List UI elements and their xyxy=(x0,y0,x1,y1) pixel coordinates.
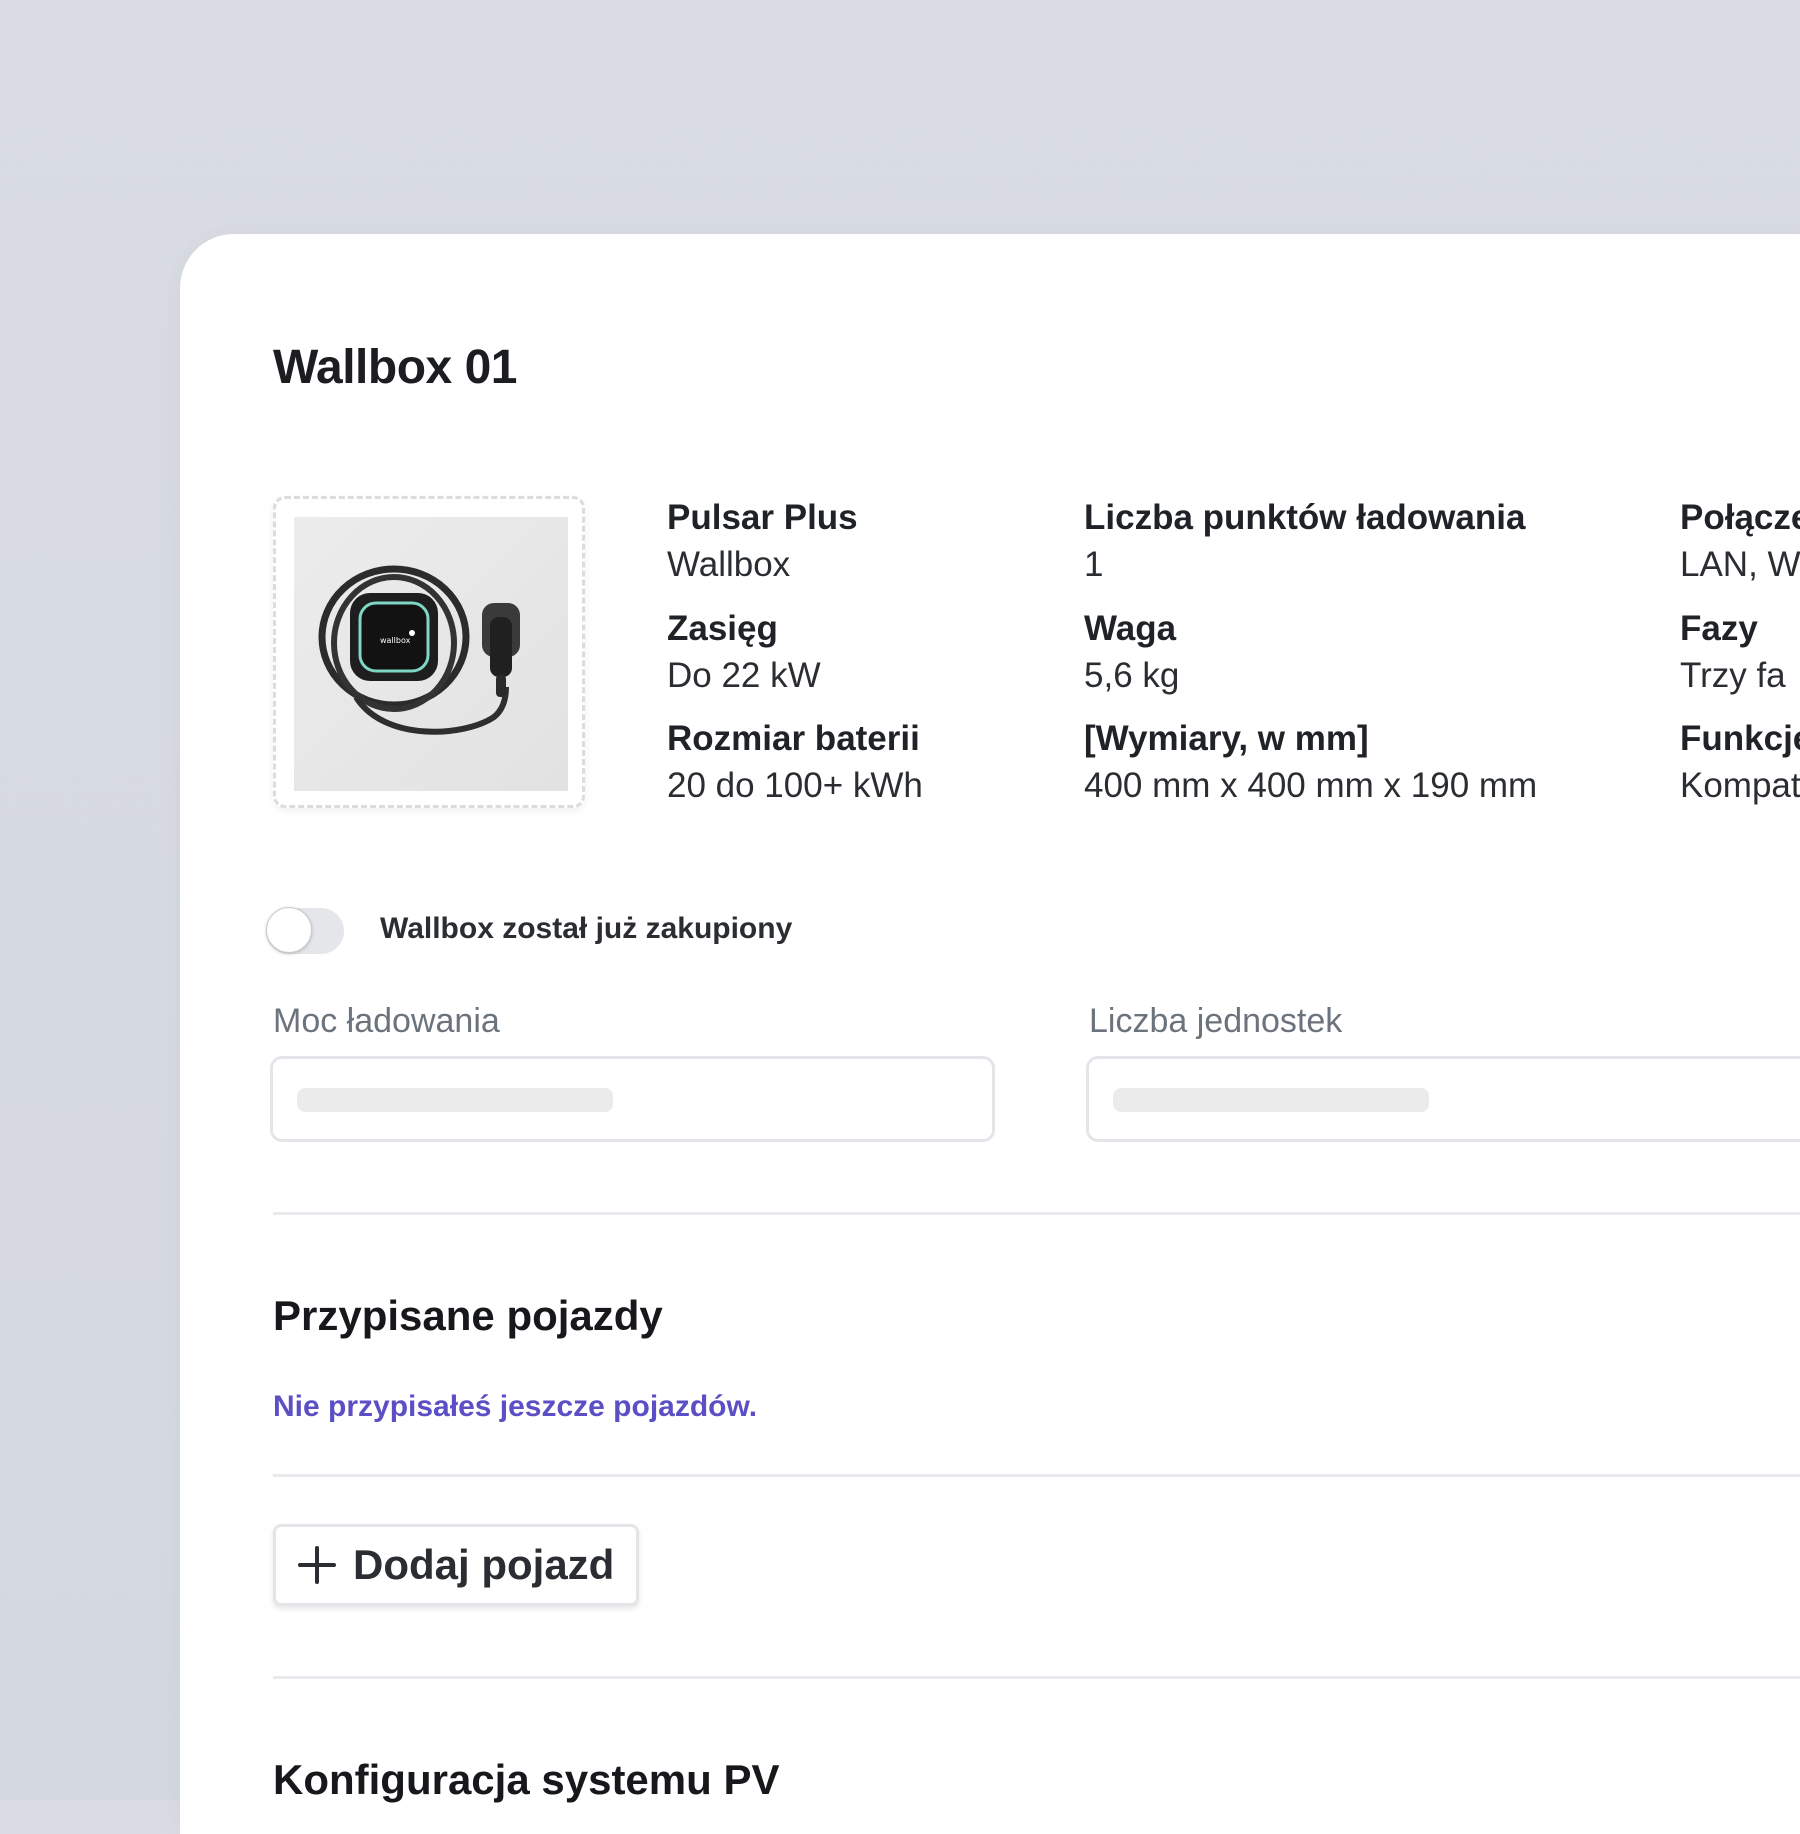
spec-features: Funkcje Kompat xyxy=(1680,715,1800,809)
loading-skeleton xyxy=(297,1088,613,1112)
spec-label: [Wymiary, w mm] xyxy=(1084,719,1369,758)
add-vehicle-button[interactable]: Dodaj pojazd xyxy=(273,1524,639,1606)
spec-label: Funkcje xyxy=(1680,719,1800,758)
section-divider xyxy=(273,1676,1800,1679)
assigned-vehicles-heading: Przypisane pojazdy xyxy=(273,1292,663,1339)
spec-value: 400 mm x 400 mm x 190 mm xyxy=(1084,766,1538,805)
spec-label: Liczba punktów ładowania xyxy=(1084,498,1526,537)
spec-label: Zasięg xyxy=(667,609,778,648)
spec-phases: Fazy Trzy fa xyxy=(1680,605,1786,699)
no-vehicles-message: Nie przypisałeś jeszcze pojazdów. xyxy=(273,1390,758,1423)
product-image: wallbox xyxy=(294,517,568,791)
charging-power-input[interactable] xyxy=(270,1056,995,1142)
spec-battery-size: Rozmiar baterii 20 do 100+ kWh xyxy=(667,715,923,809)
spec-value: 20 do 100+ kWh xyxy=(667,766,923,805)
card-title: Wallbox 01 xyxy=(273,341,517,394)
spec-value: 1 xyxy=(1084,545,1104,584)
pv-config-heading: Konfiguracja systemu PV xyxy=(273,1756,780,1803)
unit-count-label: Liczba jednostek xyxy=(1089,1002,1343,1040)
toggle-knob xyxy=(266,907,312,953)
wallbox-card: Wallbox 01 wallbox Pulsar Plus Wallbox Z… xyxy=(180,234,1800,1834)
brand-mark: wallbox xyxy=(380,636,411,645)
add-vehicle-button-label: Dodaj pojazd xyxy=(353,1541,615,1588)
spec-value: Do 22 kW xyxy=(667,656,821,695)
section-divider xyxy=(273,1212,1800,1215)
spec-weight: Waga 5,6 kg xyxy=(1084,605,1179,699)
spec-label: Połącze xyxy=(1680,498,1800,537)
charging-power-label: Moc ładowania xyxy=(273,1002,500,1040)
plus-icon xyxy=(298,1546,336,1584)
purchased-toggle[interactable] xyxy=(266,907,344,954)
spec-value: 5,6 kg xyxy=(1084,656,1180,695)
spec-dimensions: [Wymiary, w mm] 400 mm x 400 mm x 190 mm xyxy=(1084,715,1537,809)
spec-value: LAN, W xyxy=(1680,545,1800,584)
spec-label: Rozmiar baterii xyxy=(667,719,920,758)
spec-value: Kompat xyxy=(1680,766,1800,805)
spec-range: Zasięg Do 22 kW xyxy=(667,605,821,699)
spec-label: Pulsar Plus xyxy=(667,498,858,537)
spec-charging-points: Liczba punktów ładowania 1 xyxy=(1084,494,1525,588)
product-image-frame[interactable]: wallbox xyxy=(273,496,585,808)
spec-label: Fazy xyxy=(1680,609,1758,648)
spec-connectivity: Połącze LAN, W xyxy=(1680,494,1800,588)
wallbox-charger-icon: wallbox xyxy=(318,565,520,735)
purchased-toggle-label: Wallbox został już zakupiony xyxy=(380,912,793,945)
spec-label: Waga xyxy=(1084,609,1177,648)
spec-value: Wallbox xyxy=(667,545,791,584)
unit-count-input[interactable] xyxy=(1086,1056,1800,1142)
spec-value: Trzy fa xyxy=(1680,656,1786,695)
spec-model: Pulsar Plus Wallbox xyxy=(667,494,858,588)
section-divider xyxy=(273,1474,1800,1477)
loading-skeleton xyxy=(1113,1088,1429,1112)
